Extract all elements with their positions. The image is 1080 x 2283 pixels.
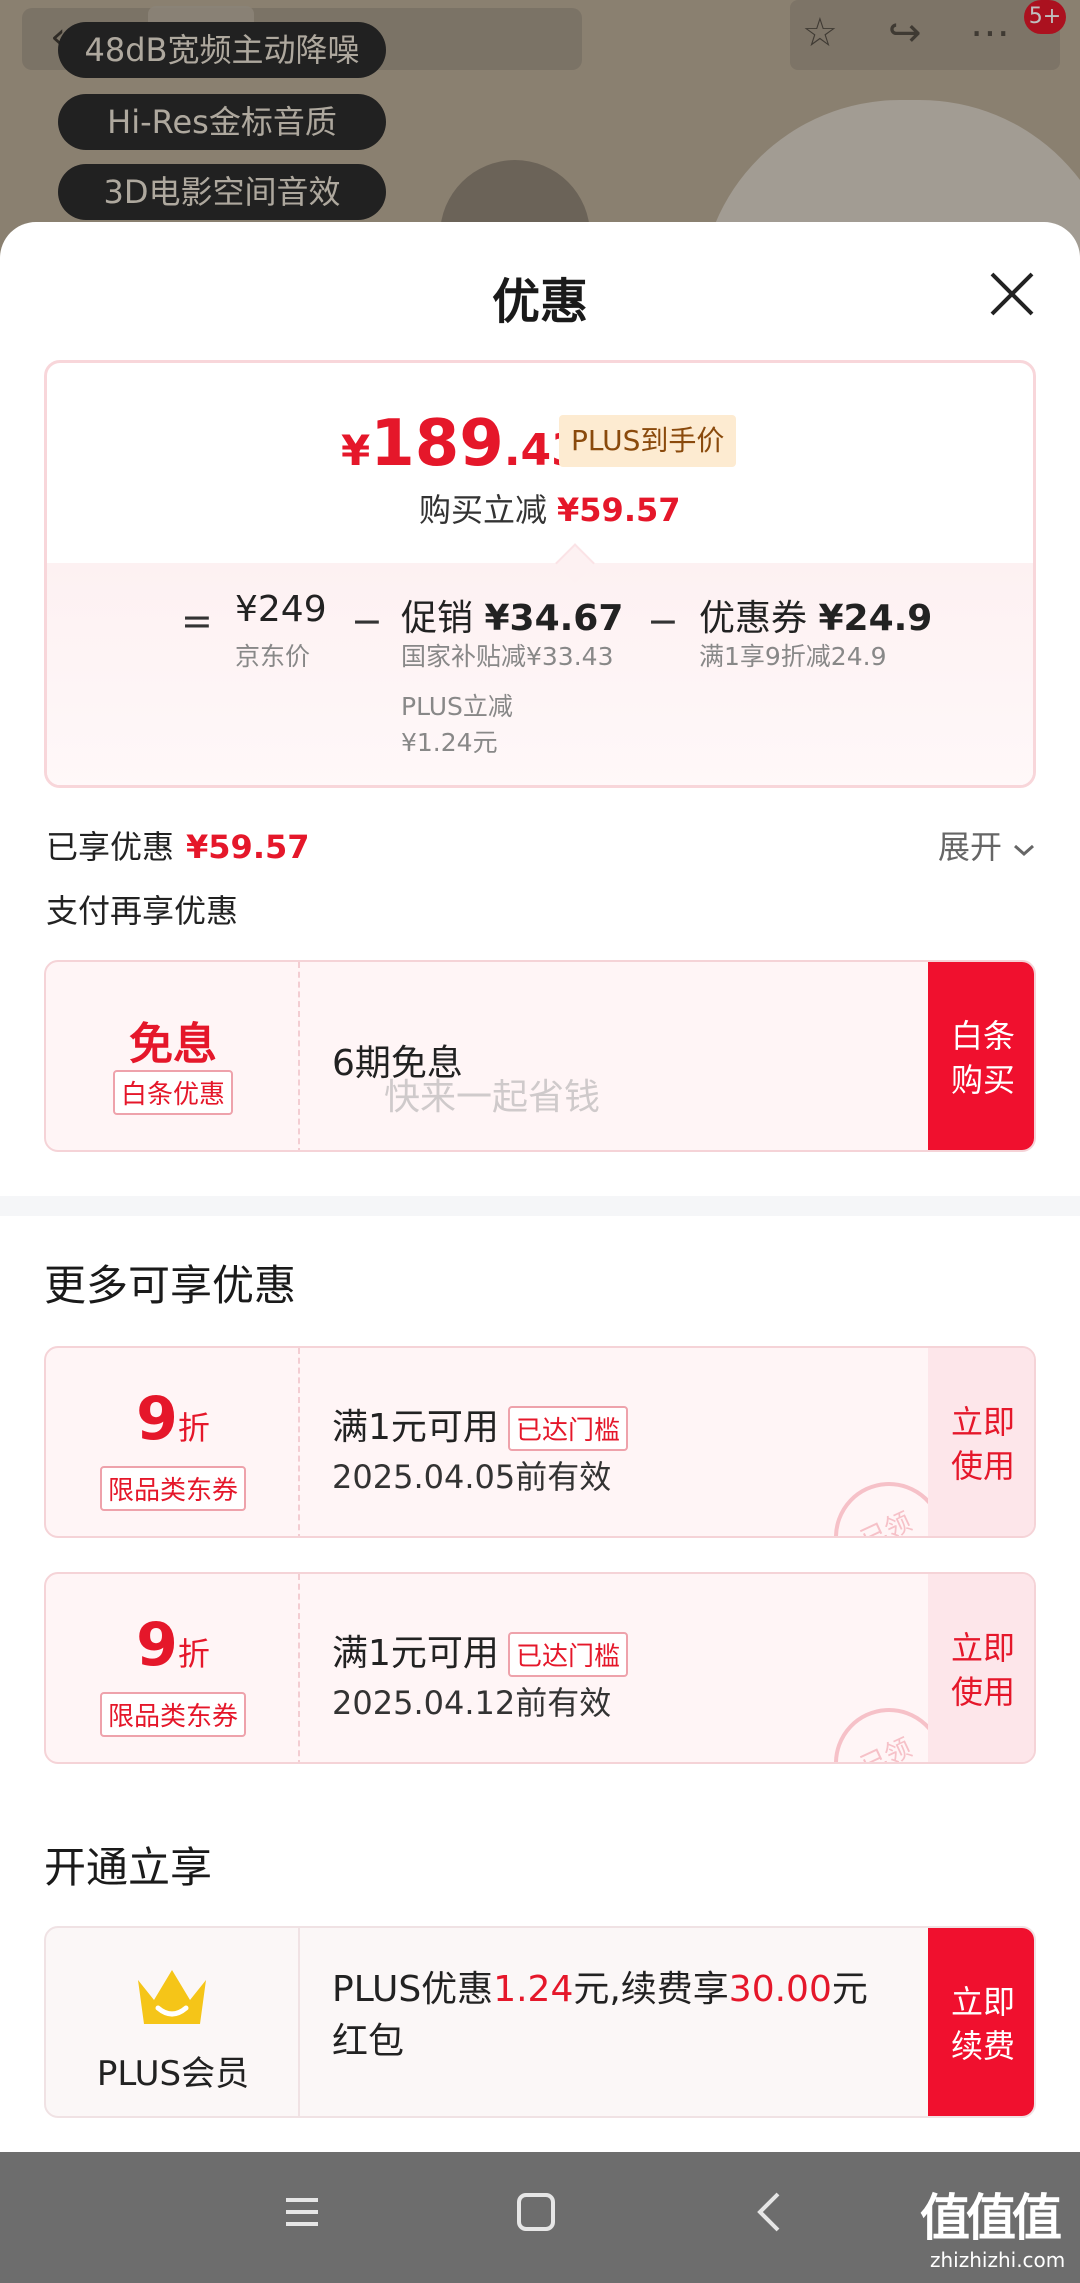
crown-icon <box>138 1970 206 2024</box>
plus-membership-card: PLUS会员 PLUS优惠1.24元,续费享30.00元 红包 立即 续费 <box>44 1926 1036 2118</box>
jd-price: ¥249 <box>235 589 327 630</box>
coupon-validity: 2025.04.12前有效 <box>332 1684 612 1722</box>
coupon-category-tag: 限品类东券 <box>99 1466 246 1511</box>
promo-detail-plus: PLUS立减 <box>401 692 513 721</box>
coupon-discount: 9折 <box>136 1384 210 1454</box>
section-divider <box>0 1196 1080 1216</box>
card-left: 免息 白条优惠 <box>46 962 300 1150</box>
sheet-title: 优惠 <box>491 274 588 330</box>
use-now-button[interactable]: 立即 使用 <box>928 1348 1034 1536</box>
coupon-discount: 9折 <box>136 1610 210 1680</box>
baitiao-tag: 白条优惠 <box>112 1070 233 1115</box>
coupon-left: 9折 限品类东券 <box>46 1348 300 1536</box>
home-icon[interactable] <box>506 2182 566 2242</box>
promo-detail-plus-amount: ¥1.24元 <box>401 728 498 757</box>
final-price: ¥189.43 <box>341 407 582 481</box>
back-nav-icon[interactable] <box>740 2182 800 2242</box>
chevron-down-icon <box>1014 844 1035 857</box>
open-membership-title: 开通立享 <box>44 1843 213 1892</box>
plus-left: PLUS会员 <box>46 1928 300 2116</box>
site-watermark-domain: zhizhizhi.com <box>930 2248 1066 2272</box>
minus-sign: − <box>647 599 679 643</box>
coupon-condition: 满1元可用 <box>332 1407 499 1448</box>
coupon-category-tag: 限品类东券 <box>99 1692 246 1737</box>
equals-sign: = <box>181 599 213 643</box>
jd-price-label: 京东价 <box>235 642 311 671</box>
coupon-card: 9折 限品类东券 满1元可用 已达门槛 2025.04.12前有效 已领 立即使… <box>44 1572 1036 1764</box>
coupon-condition: 满1元可用 <box>332 1633 499 1674</box>
menu-icon[interactable] <box>272 2182 332 2242</box>
coupon-value: 优惠券 ¥24.9 <box>699 598 933 639</box>
enjoyed-discount: 已享优惠 ¥59.57 <box>46 828 310 866</box>
site-watermark-logo: 值值值 <box>920 2189 1062 2247</box>
coupon-detail: 满1享9折减24.9 <box>699 642 887 671</box>
minus-sign: − <box>351 599 383 643</box>
watermark-text: 快来一起省钱 <box>384 1077 601 1118</box>
coupon-validity: 2025.04.05前有效 <box>332 1458 612 1496</box>
price-breakdown-card: ¥189.43 PLUS到手价 购买立减 ¥59.57 = ¥249 京东价 − … <box>44 360 1036 788</box>
coupon-left: 9折 限品类东券 <box>46 1574 300 1762</box>
plus-offer-text: PLUS优惠1.24元,续费享30.00元 红包 <box>332 1969 868 2062</box>
threshold-tag: 已达门槛 <box>508 1632 629 1677</box>
baitiao-interest-free-card: 免息 白条优惠 6期免息 快来一起省钱 白条 购买 <box>44 960 1036 1152</box>
baitiao-buy-button[interactable]: 白条 购买 <box>928 962 1034 1150</box>
interest-free-title: 免息 <box>129 1019 217 1070</box>
promo-detail-subsidy: 国家补贴减¥33.43 <box>401 642 614 671</box>
system-nav-bar: 值值值 zhizhizhi.com <box>0 2152 1080 2283</box>
promo-value: 促销 ¥34.67 <box>401 598 624 639</box>
coupon-card: 9折 限品类东券 满1元可用 已达门槛 2025.04.05前有效 已领 立即使… <box>44 1346 1036 1538</box>
discount-sheet: 优惠 ¥189.43 PLUS到手价 购买立减 ¥59.57 = ¥249 京东价… <box>0 222 1080 2152</box>
plus-member-label: PLUS会员 <box>96 2054 250 2094</box>
pay-more-label: 支付再享优惠 <box>46 892 239 930</box>
more-discounts-title: 更多可享优惠 <box>44 1261 297 1310</box>
plus-price-tag: PLUS到手价 <box>559 415 737 467</box>
renew-button[interactable]: 立即 续费 <box>928 1928 1034 2116</box>
use-now-button[interactable]: 立即 使用 <box>928 1574 1034 1762</box>
close-icon[interactable] <box>984 266 1040 322</box>
expand-button[interactable]: 展开 <box>938 822 1036 868</box>
threshold-tag: 已达门槛 <box>508 1406 629 1451</box>
buy-reduce: 购买立减 ¥59.57 <box>419 491 681 529</box>
